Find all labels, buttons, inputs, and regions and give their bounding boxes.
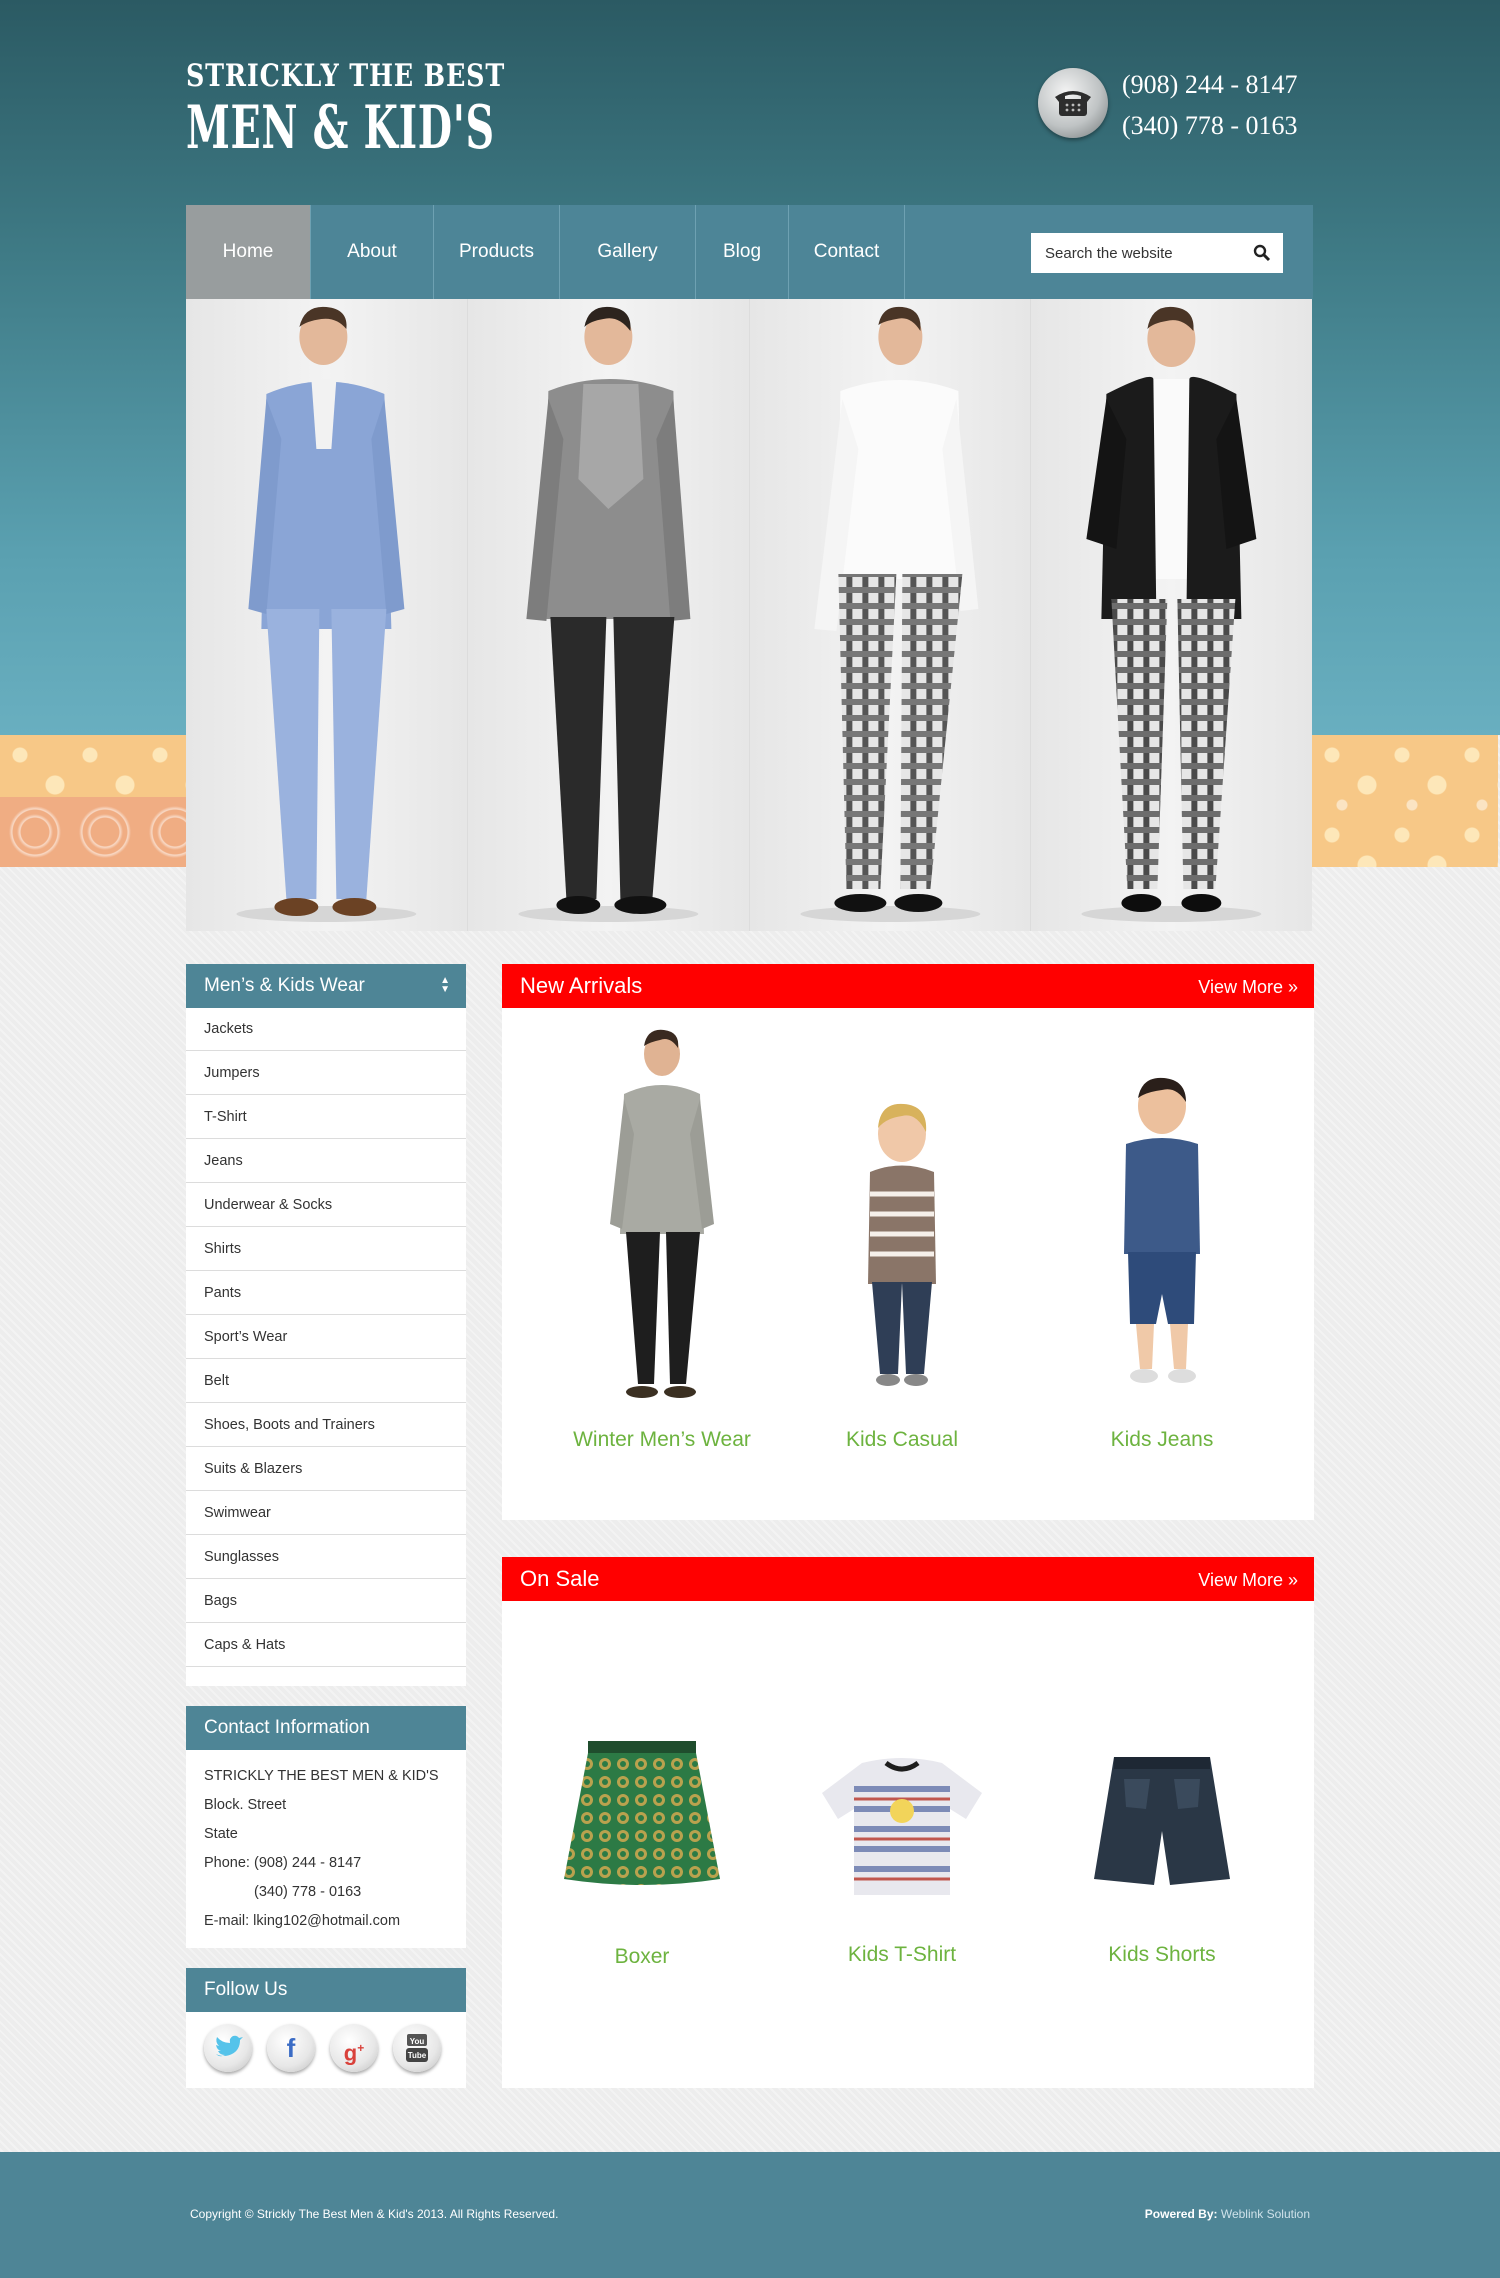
product-name[interactable]: Winter Men’s Wear <box>562 1428 762 1452</box>
search-icon[interactable] <box>1253 244 1271 262</box>
logo-tagline: STRICKLY THE BEST <box>186 58 506 94</box>
product-image-boxer[interactable] <box>542 1719 742 1919</box>
product-name[interactable]: Kids T-Shirt <box>802 1943 1002 1967</box>
contact-phone-2: (340) 778 - 0163 <box>254 1884 362 1900</box>
footer-powered-by: Powered By: Weblink Solution <box>1145 2207 1310 2221</box>
banner-model-grey-cardigan <box>467 299 750 931</box>
phone-number-1: (908) 244 - 8147 <box>1122 70 1298 99</box>
category-bags[interactable]: Bags <box>186 1580 466 1623</box>
category-dropdown[interactable]: Men’s & Kids Wear ▲ ▼ <box>186 964 466 1008</box>
product-name[interactable]: Boxer <box>542 1945 742 1969</box>
product-card[interactable]: Kids Casual <box>802 1024 1002 1452</box>
on-sale-title: On Sale <box>520 1566 600 1591</box>
follow-panel: Follow Us f g+ You Tube <box>186 1968 466 2088</box>
banner-model-blue-suit <box>186 299 468 931</box>
nav-about[interactable]: About <box>311 205 434 299</box>
search-box <box>1031 233 1283 273</box>
floral-pattern-right <box>1312 735 1498 867</box>
category-t-shirt[interactable]: T-Shirt <box>186 1096 466 1139</box>
footer-powered-label: Powered By: <box>1144 2207 1218 2221</box>
category-suits-blazers[interactable]: Suits & Blazers <box>186 1448 466 1491</box>
contact-title: Contact Information <box>186 1706 466 1750</box>
product-name[interactable]: Kids Jeans <box>1062 1428 1262 1452</box>
phone-number-2: (340) 778 - 0163 <box>1122 111 1298 140</box>
nav-home[interactable]: Home <box>186 205 311 299</box>
new-arrivals-title: New Arrivals <box>520 973 643 998</box>
svg-text:You: You <box>410 2037 425 2046</box>
product-image-kids-casual[interactable] <box>822 1024 982 1404</box>
contact-details: STRICKLY THE BEST MEN & KID'S Block. Str… <box>186 1750 466 1946</box>
social-links: f g+ You Tube <box>186 2012 466 2080</box>
category-jackets[interactable]: Jackets <box>186 1008 466 1051</box>
product-card[interactable]: Kids T-Shirt <box>802 1719 1002 1967</box>
svg-text:Tube: Tube <box>408 2051 427 2060</box>
footer-powered-link[interactable]: Weblink Solution <box>1221 2207 1310 2221</box>
telephone-icon <box>1038 68 1108 138</box>
product-card[interactable]: Kids Shorts <box>1062 1719 1262 1967</box>
logo-title: MEN & KID'S <box>186 93 495 163</box>
category-panel: Men’s & Kids Wear ▲ ▼ Jackets Jumpers T-S… <box>186 964 466 1686</box>
product-image-winter-mens-wear[interactable] <box>582 1024 742 1404</box>
google-plus-icon[interactable]: g+ <box>330 2024 378 2072</box>
banner-model-white-shirt <box>749 299 1032 931</box>
category-sunglasses[interactable]: Sunglasses <box>186 1536 466 1579</box>
on-sale-header: On Sale View More » <box>502 1557 1314 1601</box>
facebook-icon[interactable]: f <box>267 2024 315 2072</box>
nav-gallery[interactable]: Gallery <box>560 205 696 299</box>
floral-pattern-left <box>0 735 186 867</box>
on-sale-section: On Sale View More » Boxer Kids T-Shirt K… <box>502 1557 1314 2088</box>
category-caps-hats[interactable]: Caps & Hats <box>186 1624 466 1667</box>
contact-phone: Phone: (908) 244 - 8147 <box>204 1855 362 1871</box>
category-pants[interactable]: Pants <box>186 1272 466 1315</box>
category-jumpers[interactable]: Jumpers <box>186 1052 466 1095</box>
category-title: Men’s & Kids Wear <box>204 975 365 996</box>
category-belt[interactable]: Belt <box>186 1360 466 1403</box>
product-image-kids-shorts[interactable] <box>1062 1719 1262 1919</box>
product-image-kids-t-shirt[interactable] <box>802 1719 1002 1919</box>
category-underwear-socks[interactable]: Underwear & Socks <box>186 1184 466 1227</box>
product-card[interactable]: Winter Men’s Wear <box>562 1024 762 1452</box>
product-image-kids-jeans[interactable] <box>1082 1024 1242 1404</box>
youtube-icon[interactable]: You Tube <box>393 2024 441 2072</box>
contact-panel: Contact Information STRICKLY THE BEST ME… <box>186 1706 466 1948</box>
contact-company: STRICKLY THE BEST MEN & KID'S <box>204 1768 439 1784</box>
new-arrivals-view-more[interactable]: View More » <box>1198 964 1298 1010</box>
footer: Copyright © Strickly The Best Men & Kid'… <box>0 2152 1500 2278</box>
contact-state: State <box>204 1826 238 1842</box>
contact-street: Block. Street <box>204 1797 287 1813</box>
on-sale-view-more[interactable]: View More » <box>1198 1557 1298 1603</box>
nav-products[interactable]: Products <box>434 205 560 299</box>
category-jeans[interactable]: Jeans <box>186 1140 466 1183</box>
category-list: Jackets Jumpers T-Shirt Jeans Underwear … <box>186 1008 466 1667</box>
new-arrivals-header: New Arrivals View More » <box>502 964 1314 1008</box>
search-input[interactable] <box>1031 233 1245 273</box>
header-phones: (908) 244 - 8147 (340) 778 - 0163 <box>1122 64 1352 146</box>
product-card[interactable]: Kids Jeans <box>1062 1024 1262 1452</box>
category-sports-wear[interactable]: Sport’s Wear <box>186 1316 466 1359</box>
swirl-pattern <box>0 797 186 867</box>
footer-copyright: Copyright © Strickly The Best Men & Kid'… <box>190 2207 559 2221</box>
category-swimwear[interactable]: Swimwear <box>186 1492 466 1535</box>
follow-title: Follow Us <box>186 1968 466 2012</box>
product-name[interactable]: Kids Casual <box>802 1428 1002 1452</box>
hero-banner <box>186 299 1312 931</box>
sort-arrows-icon: ▲ ▼ <box>440 975 450 995</box>
contact-email[interactable]: E-mail: lking102@hotmail.com <box>204 1907 448 1936</box>
banner-model-black-blazer <box>1031 299 1312 931</box>
new-arrivals-section: New Arrivals View More » Winter Men’s We… <box>502 964 1314 1520</box>
category-shoes-boots-trainers[interactable]: Shoes, Boots and Trainers <box>186 1404 466 1447</box>
product-name[interactable]: Kids Shorts <box>1062 1943 1262 1967</box>
nav-contact[interactable]: Contact <box>789 205 905 299</box>
twitter-icon[interactable] <box>204 2024 252 2072</box>
category-shirts[interactable]: Shirts <box>186 1228 466 1271</box>
product-card[interactable]: Boxer <box>542 1719 742 1969</box>
nav-blog[interactable]: Blog <box>696 205 789 299</box>
site-logo[interactable]: STRICKLY THE BEST MEN & KID'S <box>186 58 506 168</box>
